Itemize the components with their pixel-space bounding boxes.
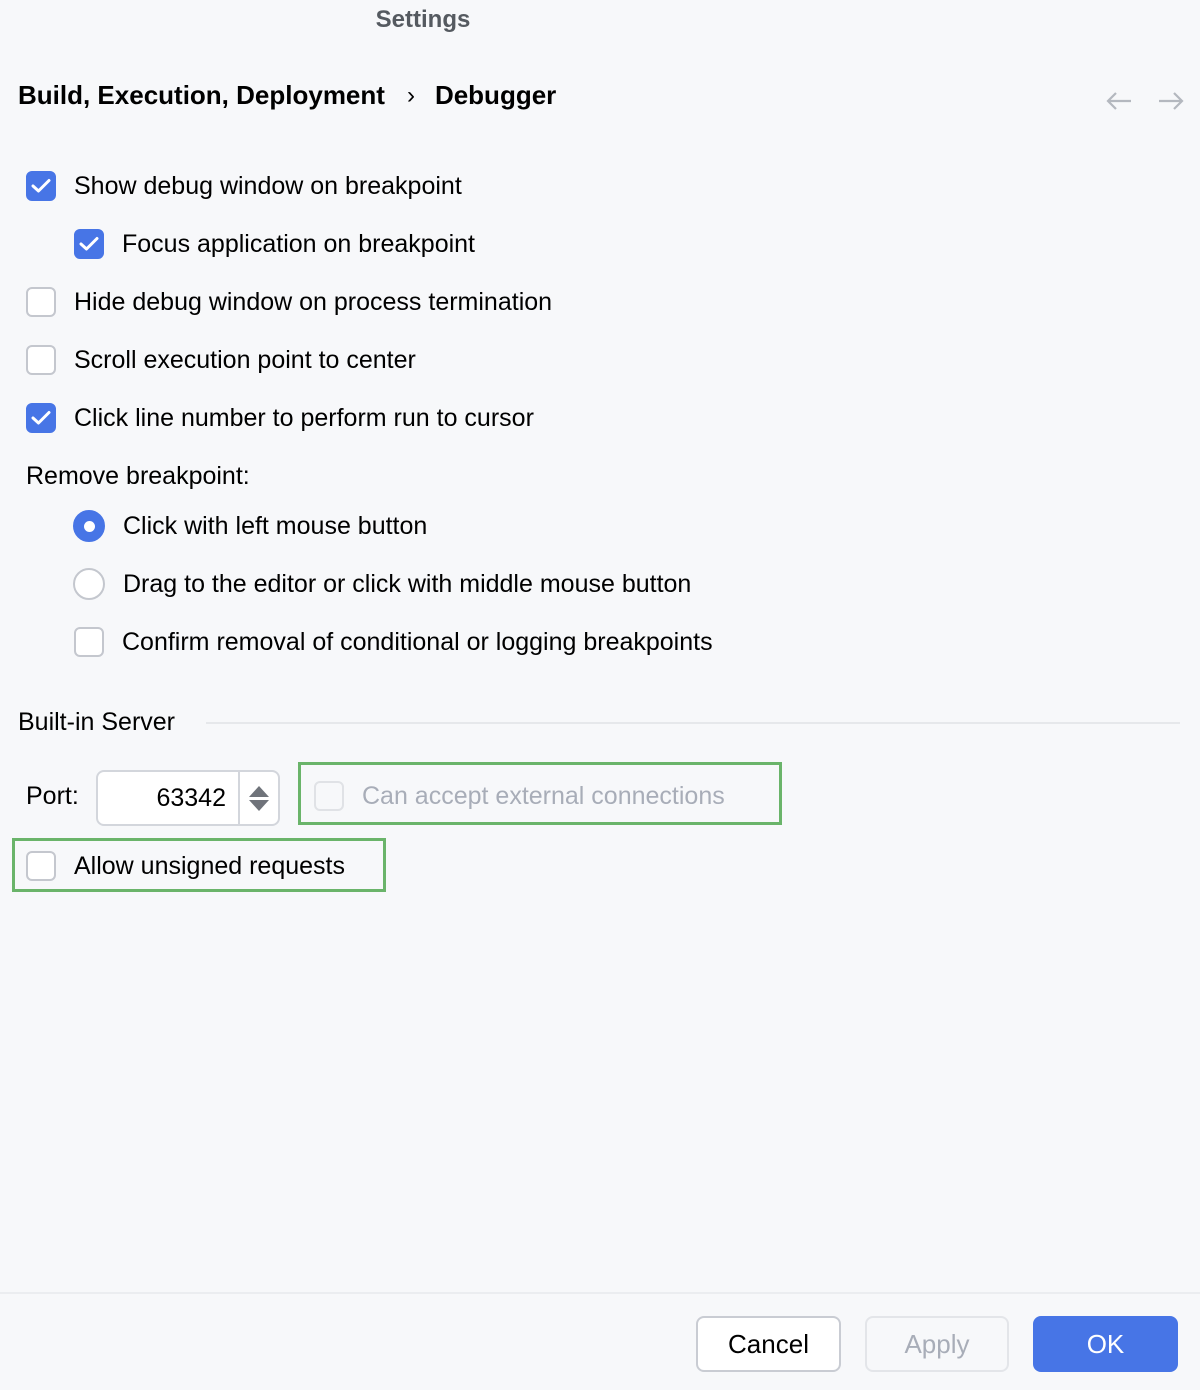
decrement-icon[interactable]: [249, 799, 269, 811]
footer-divider: [0, 1292, 1200, 1294]
scroll-execution-point-option[interactable]: Scroll execution point to center: [26, 345, 416, 375]
hide-debug-window-checkbox[interactable]: [26, 287, 56, 317]
breadcrumb-parent[interactable]: Build, Execution, Deployment: [18, 80, 385, 111]
remove-drag-option[interactable]: Drag to the editor or click with middle …: [73, 568, 691, 600]
hide-debug-window-label: Hide debug window on process termination: [74, 287, 553, 316]
section-divider: [206, 722, 1180, 724]
port-input[interactable]: [98, 772, 238, 824]
show-debug-window-option[interactable]: Show debug window on breakpoint: [26, 171, 462, 201]
history-navigation: [1104, 86, 1186, 116]
checkmark-icon: [31, 411, 51, 425]
arrow-right-icon[interactable]: [1156, 86, 1186, 116]
remove-drag-label: Drag to the editor or click with middle …: [123, 569, 692, 598]
port-label: Port:: [26, 782, 79, 810]
apply-button[interactable]: Apply: [865, 1316, 1009, 1372]
breadcrumb-separator: ›: [406, 81, 415, 109]
focus-application-label: Focus application on breakpoint: [122, 229, 476, 258]
window-title: Settings: [375, 6, 471, 33]
breadcrumb: Build, Execution, Deployment › Debugger: [18, 80, 556, 111]
external-connections-option[interactable]: Can accept external connections: [314, 781, 725, 811]
port-spinner[interactable]: [96, 770, 280, 826]
focus-application-checkbox[interactable]: [74, 229, 104, 259]
show-debug-window-checkbox[interactable]: [26, 171, 56, 201]
click-line-number-checkbox[interactable]: [26, 403, 56, 433]
unsigned-requests-label: Allow unsigned requests: [74, 851, 345, 880]
confirm-removal-label: Confirm removal of conditional or loggin…: [122, 627, 713, 656]
remove-drag-radio[interactable]: [73, 568, 105, 600]
port-spinner-arrows[interactable]: [238, 772, 278, 824]
focus-application-option[interactable]: Focus application on breakpoint: [74, 229, 475, 259]
checkmark-icon: [79, 237, 99, 251]
click-line-number-label: Click line number to perform run to curs…: [74, 403, 534, 432]
confirm-removal-checkbox[interactable]: [74, 627, 104, 657]
unsigned-requests-checkbox[interactable]: [26, 851, 56, 881]
scroll-execution-point-checkbox[interactable]: [26, 345, 56, 375]
external-connections-checkbox[interactable]: [314, 781, 344, 811]
click-line-number-option[interactable]: Click line number to perform run to curs…: [26, 403, 534, 433]
breadcrumb-current: Debugger: [434, 80, 557, 110]
scroll-execution-point-label: Scroll execution point to center: [74, 345, 416, 374]
remove-left-click-radio[interactable]: [73, 510, 105, 542]
remove-breakpoint-label: Remove breakpoint:: [26, 462, 250, 490]
ok-button[interactable]: OK: [1033, 1316, 1178, 1372]
remove-left-click-option[interactable]: Click with left mouse button: [73, 510, 427, 542]
built-in-server-section-title: Built-in Server: [18, 708, 175, 736]
show-debug-window-label: Show debug window on breakpoint: [74, 171, 462, 200]
unsigned-requests-option[interactable]: Allow unsigned requests: [26, 851, 345, 881]
increment-icon[interactable]: [249, 785, 269, 797]
external-connections-label: Can accept external connections: [362, 781, 725, 810]
arrow-left-icon[interactable]: [1104, 86, 1134, 116]
cancel-button[interactable]: Cancel: [696, 1316, 841, 1372]
checkmark-icon: [31, 179, 51, 193]
hide-debug-window-option[interactable]: Hide debug window on process termination: [26, 287, 552, 317]
confirm-removal-option[interactable]: Confirm removal of conditional or loggin…: [74, 627, 713, 657]
remove-left-click-label: Click with left mouse button: [123, 511, 428, 540]
